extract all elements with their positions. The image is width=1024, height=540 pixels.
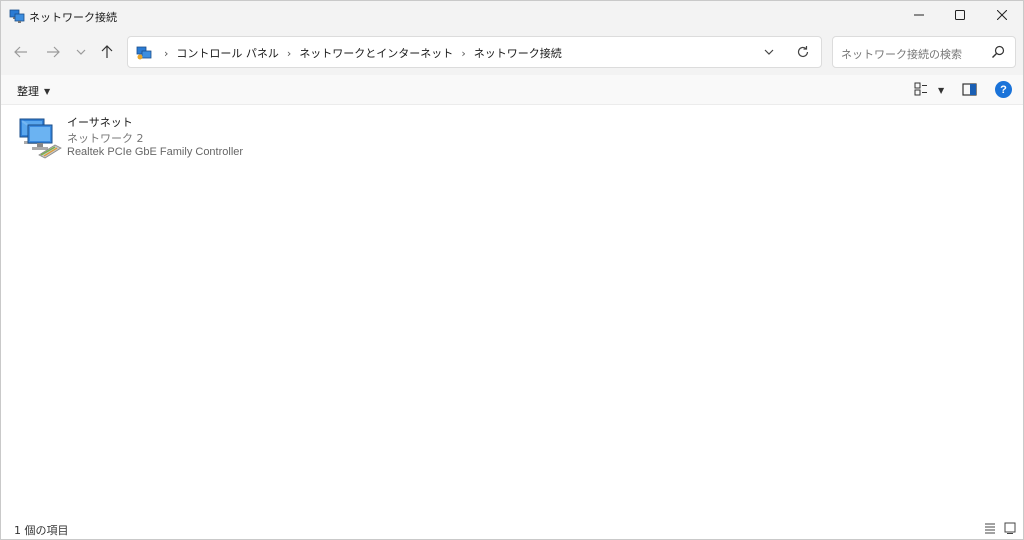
preview-pane-button[interactable]: [962, 82, 978, 98]
connection-network: ネットワーク 2: [67, 132, 144, 145]
maximize-button[interactable]: [937, 1, 983, 31]
organize-label: 整理: [17, 85, 39, 98]
breadcrumb-control-panel[interactable]: コントロール パネル: [176, 45, 279, 61]
address-bar[interactable]: › コントロール パネル › ネットワークとインターネット › ネットワーク接続: [127, 36, 822, 68]
up-button[interactable]: [95, 41, 119, 65]
up-arrow-icon: [100, 44, 114, 62]
connections-list: イーサネット ネットワーク 2 Realtek PCIe GbE Family …: [1, 105, 1023, 515]
navigation-bar: › コントロール パネル › ネットワークとインターネット › ネットワーク接続…: [1, 31, 1023, 75]
forward-arrow-icon: [46, 45, 60, 62]
help-button[interactable]: ?: [995, 81, 1012, 98]
view-layout-icon: [914, 82, 928, 99]
refresh-button[interactable]: [794, 44, 812, 62]
caret-down-icon: ▼: [938, 85, 945, 95]
large-icons-view-icon[interactable]: [1004, 522, 1016, 534]
close-icon: [996, 9, 1008, 23]
connection-name: イーサネット: [67, 116, 133, 129]
search-input[interactable]: ネットワーク接続の検索: [832, 36, 1016, 68]
close-button[interactable]: [979, 1, 1024, 31]
minimize-button[interactable]: [896, 1, 942, 31]
list-item[interactable]: イーサネット ネットワーク 2 Realtek PCIe GbE Family …: [17, 111, 257, 161]
item-count: 1 個の項目: [14, 524, 69, 537]
back-arrow-icon: [14, 45, 28, 62]
preview-pane-icon: [962, 83, 977, 100]
window-title: ネットワーク接続: [29, 11, 117, 24]
address-history-button[interactable]: [760, 44, 778, 62]
minimize-icon: [914, 9, 924, 23]
chevron-down-icon: [76, 46, 86, 60]
recent-locations-button[interactable]: [69, 41, 93, 65]
caret-down-icon: ▼: [44, 86, 51, 96]
explorer-window: ネットワーク接続 › コントロール パネル › ネットワークとインターネット ›…: [0, 0, 1024, 540]
breadcrumb-network-internet[interactable]: ネットワークとインターネット: [299, 45, 453, 61]
help-icon: ?: [1000, 83, 1007, 96]
forward-button[interactable]: [41, 41, 65, 65]
search-placeholder: ネットワーク接続の検索: [841, 48, 962, 61]
maximize-icon: [955, 9, 965, 23]
control-panel-icon: [136, 45, 152, 61]
network-connections-icon: [9, 8, 25, 24]
details-view-icon[interactable]: [984, 522, 996, 534]
chevron-right-icon: ›: [164, 46, 169, 60]
ethernet-adapter-icon: [17, 115, 63, 161]
organize-button[interactable]: 整理 ▼: [17, 83, 50, 99]
connection-adapter: Realtek PCIe GbE Family Controller: [67, 146, 244, 158]
chevron-down-icon: [763, 46, 775, 61]
search-icon: [991, 45, 1007, 61]
view-options-button[interactable]: ▼: [914, 82, 946, 98]
breadcrumb: › コントロール パネル › ネットワークとインターネット › ネットワーク接続: [156, 45, 562, 61]
chevron-right-icon[interactable]: ›: [461, 47, 465, 60]
back-button[interactable]: [9, 41, 33, 65]
breadcrumb-network-connections[interactable]: ネットワーク接続: [474, 45, 562, 61]
title-bar[interactable]: ネットワーク接続: [1, 1, 1023, 31]
status-bar: 1 個の項目: [1, 517, 1023, 539]
chevron-right-icon[interactable]: ›: [287, 47, 291, 60]
command-bar: 整理 ▼ ▼ ?: [1, 75, 1023, 105]
refresh-icon: [796, 45, 810, 62]
